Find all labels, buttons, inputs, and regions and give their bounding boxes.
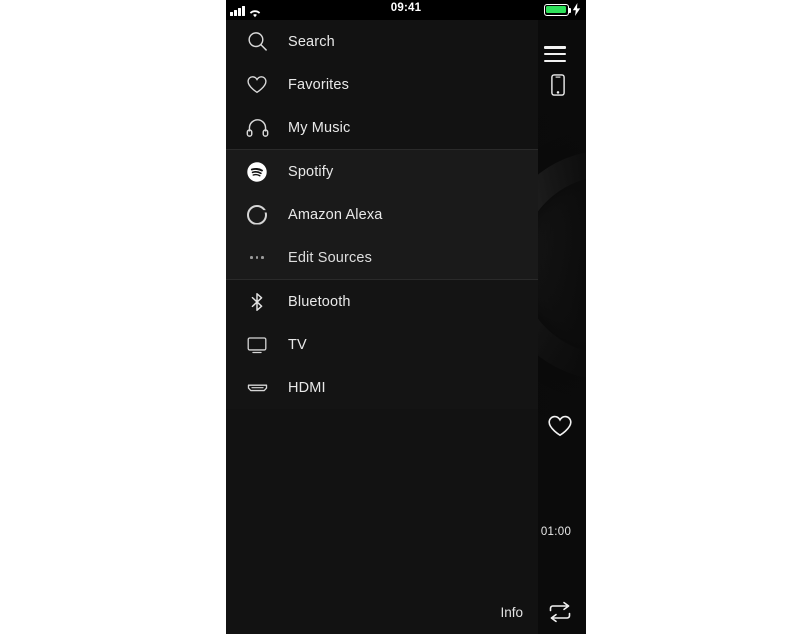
search-icon	[240, 29, 274, 55]
source-menu-panel: Search Favorites My Music Spotify Amazon…	[226, 20, 538, 634]
headphones-icon	[240, 115, 274, 141]
status-bar-right	[544, 3, 581, 16]
menu-item-search[interactable]: Search	[226, 20, 538, 63]
menu-item-label: My Music	[288, 119, 351, 136]
menu-section-library: Search Favorites My Music	[226, 20, 538, 149]
menu-item-favorites[interactable]: Favorites	[226, 63, 538, 106]
info-button[interactable]: Info	[226, 605, 523, 620]
menu-section-inputs: Bluetooth TV HDMI	[226, 280, 538, 409]
menu-section-services: Spotify Amazon Alexa Edit Sources	[226, 150, 538, 279]
lightning-bolt-icon	[572, 3, 581, 16]
spotify-icon	[240, 159, 274, 185]
menu-item-spotify[interactable]: Spotify	[226, 150, 538, 193]
status-bar-time: 09:41	[390, 2, 422, 14]
menu-item-label: Favorites	[288, 76, 349, 93]
menu-item-hdmi[interactable]: HDMI	[226, 366, 538, 409]
menu-item-tv[interactable]: TV	[226, 323, 538, 366]
heart-outline-icon	[240, 72, 274, 98]
menu-item-label: TV	[288, 336, 307, 353]
menu-item-label: Edit Sources	[288, 249, 373, 266]
phone-screen: 01:00 Search Favorites My Music Spotify …	[226, 0, 586, 634]
alexa-ring-icon	[240, 202, 274, 228]
menu-item-amazon-alexa[interactable]: Amazon Alexa	[226, 193, 538, 236]
menu-item-label: Search	[288, 33, 335, 50]
menu-item-label: Bluetooth	[288, 293, 351, 310]
hdmi-icon	[240, 375, 274, 401]
heart-outline-icon[interactable]	[547, 414, 573, 438]
status-bar: 09:41	[226, 0, 586, 20]
menu-item-label: Amazon Alexa	[288, 206, 383, 223]
menu-item-label: HDMI	[288, 379, 326, 396]
ellipsis-icon	[240, 245, 274, 271]
hamburger-menu-icon[interactable]	[544, 46, 566, 63]
repeat-icon[interactable]	[546, 600, 574, 624]
battery-icon	[544, 3, 572, 16]
menu-item-label: Spotify	[288, 163, 334, 180]
page-canvas: 01:00 Search Favorites My Music Spotify …	[0, 0, 801, 634]
menu-item-my-music[interactable]: My Music	[226, 106, 538, 149]
menu-item-bluetooth[interactable]: Bluetooth	[226, 280, 538, 323]
menu-item-edit-sources[interactable]: Edit Sources	[226, 236, 538, 279]
tv-icon	[240, 332, 274, 358]
phone-device-icon[interactable]	[551, 74, 565, 96]
bluetooth-icon	[240, 289, 274, 315]
